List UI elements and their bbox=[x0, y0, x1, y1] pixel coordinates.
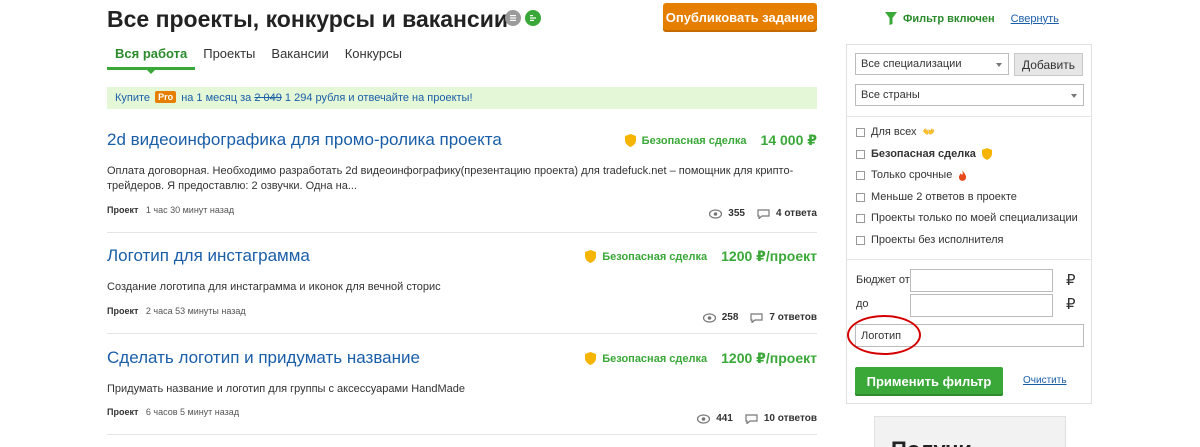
budget-to-label: до bbox=[856, 298, 869, 310]
views-count: 355 bbox=[728, 208, 745, 219]
budget-to-input[interactable] bbox=[910, 294, 1053, 317]
checkbox[interactable] bbox=[856, 192, 865, 202]
checkbox[interactable] bbox=[856, 235, 865, 245]
chevron-down-icon bbox=[1071, 94, 1077, 98]
project-description: Создание логотипа для инстаграмма и икон… bbox=[107, 281, 441, 293]
add-specialization-button[interactable]: Добавить bbox=[1014, 53, 1083, 76]
list-view-icon[interactable] bbox=[505, 10, 521, 26]
sidebar-promo-card[interactable]: Получи bbox=[874, 416, 1066, 447]
safe-deal-label: Безопасная сделка bbox=[641, 134, 747, 147]
divider bbox=[107, 333, 817, 334]
shield-icon bbox=[624, 134, 636, 147]
project-description: Оплата договорная. Необходимо разработат… bbox=[107, 165, 794, 192]
budget-from-label: Бюджет от bbox=[856, 274, 910, 286]
work-tabs: Вся работа Проекты Вакансии Конкурсы bbox=[107, 46, 410, 74]
project-time: 2 часа 53 минуты назад bbox=[145, 306, 246, 316]
divider bbox=[107, 434, 817, 435]
project-stats: 258 7 ответов bbox=[702, 312, 817, 323]
project-time: 1 час 30 минут назад bbox=[145, 205, 235, 215]
project-type: Проект bbox=[107, 306, 139, 316]
project-meta: Проект 6 часов 5 минут назад bbox=[107, 407, 239, 417]
checkbox[interactable] bbox=[856, 170, 865, 180]
project-card: 2d видеоинфографика для промо-ролика про… bbox=[107, 130, 817, 225]
chevron-down-icon bbox=[996, 63, 1002, 67]
project-price-block: Безопасная сделка 14 000 ₽ bbox=[624, 132, 817, 149]
project-time: 6 часов 5 минут назад bbox=[145, 407, 240, 417]
comment-icon bbox=[745, 413, 758, 424]
keyword-input[interactable] bbox=[855, 324, 1084, 347]
project-title-link[interactable]: Сделать логотип и придумать название bbox=[107, 348, 420, 367]
filter-for-all[interactable]: Для всех 👐 bbox=[856, 126, 935, 138]
project-meta: Проект 2 часа 53 минуты назад bbox=[107, 306, 246, 316]
clear-filter-link[interactable]: Очистить bbox=[1023, 375, 1067, 386]
project-type: Проект bbox=[107, 205, 139, 215]
old-price: 2 049 bbox=[254, 92, 282, 104]
project-card: Сделать логотип и придумать название Без… bbox=[107, 348, 817, 428]
filter-status: Фильтр включен bbox=[903, 12, 995, 25]
buy-pro-link[interactable]: Купите Pro на 1 месяц за 2 049 1 294 руб… bbox=[115, 91, 473, 104]
project-price-block: Безопасная сделка 1200 ₽/проект bbox=[585, 248, 817, 265]
tab-projects[interactable]: Проекты bbox=[195, 46, 263, 70]
views-count: 441 bbox=[716, 413, 733, 424]
project-title-link[interactable]: 2d видеоинфографика для промо-ролика про… bbox=[107, 130, 502, 149]
project-price: 1200 ₽/проект bbox=[721, 350, 817, 366]
project-price: 14 000 ₽ bbox=[760, 132, 817, 148]
ruble-sign: ₽ bbox=[1066, 296, 1076, 313]
eye-icon bbox=[702, 312, 716, 323]
project-type: Проект bbox=[107, 407, 139, 417]
project-description: Придумать название и логотип для группы … bbox=[107, 383, 466, 395]
apply-filter-button[interactable]: Применить фильтр bbox=[855, 367, 1003, 396]
eye-icon bbox=[697, 413, 711, 424]
promo-card-title: Получи bbox=[891, 437, 972, 447]
tab-all-work[interactable]: Вся работа bbox=[107, 46, 196, 74]
project-title-link[interactable]: Логотип для инстаграмма bbox=[107, 246, 310, 265]
answers-count: 4 ответа bbox=[775, 208, 817, 219]
shield-icon bbox=[585, 250, 597, 263]
tab-vacancies[interactable]: Вакансии bbox=[263, 46, 336, 70]
budget-from-input[interactable] bbox=[910, 269, 1053, 292]
tab-contests[interactable]: Конкурсы bbox=[337, 46, 410, 70]
answers-count: 7 ответов bbox=[769, 312, 817, 323]
ruble-sign: ₽ bbox=[1066, 272, 1076, 289]
project-meta: Проект 1 час 30 минут назад bbox=[107, 205, 234, 215]
page-title: Все проекты, конкурсы и вакансии bbox=[107, 6, 509, 32]
divider bbox=[107, 232, 817, 233]
pro-badge: Pro bbox=[155, 91, 177, 103]
collapse-filter-link[interactable]: Свернуть bbox=[1011, 13, 1059, 25]
views-count: 258 bbox=[721, 312, 739, 323]
safe-deal-label: Безопасная сделка bbox=[602, 352, 708, 365]
filter-few-answers[interactable]: Меньше 2 ответов в проекте bbox=[856, 191, 1017, 203]
answers-count: 10 ответов bbox=[763, 413, 817, 424]
filter-my-specialization[interactable]: Проекты только по моей специализации bbox=[856, 212, 1078, 224]
specialization-select[interactable]: Все специализации bbox=[855, 53, 1009, 75]
eye-icon bbox=[709, 208, 723, 219]
project-stats: 441 10 ответов bbox=[697, 413, 817, 424]
checkbox[interactable] bbox=[856, 127, 865, 137]
safe-deal-label: Безопасная сделка bbox=[602, 250, 708, 263]
divider bbox=[846, 259, 1092, 260]
country-select[interactable]: Все страны bbox=[855, 84, 1084, 106]
filter-urgent[interactable]: Только срочные bbox=[856, 169, 967, 181]
divider bbox=[846, 116, 1092, 117]
filter-safe-deal[interactable]: Безопасная сделка bbox=[856, 148, 992, 160]
comment-icon bbox=[757, 208, 770, 219]
filter-header: Фильтр включен Свернуть bbox=[885, 12, 1059, 25]
shield-icon bbox=[585, 352, 597, 365]
project-stats: 355 4 ответа bbox=[709, 208, 817, 219]
project-price-block: Безопасная сделка 1200 ₽/проект bbox=[585, 350, 817, 367]
checkbox[interactable] bbox=[856, 213, 865, 223]
shield-icon bbox=[981, 148, 992, 160]
comment-icon bbox=[750, 312, 764, 323]
title-icons bbox=[505, 10, 541, 26]
project-price: 1200 ₽/проект bbox=[721, 248, 817, 264]
fire-icon bbox=[959, 169, 967, 181]
project-card: Логотип для инстаграмма Безопасная сделк… bbox=[107, 246, 817, 326]
pro-promo-banner: Купите Pro на 1 месяц за 2 049 1 294 руб… bbox=[107, 87, 817, 109]
detailed-view-icon[interactable] bbox=[525, 10, 541, 26]
funnel-icon bbox=[885, 12, 897, 25]
checkbox[interactable] bbox=[856, 149, 865, 159]
hands-icon: 👐 bbox=[922, 126, 935, 138]
publish-task-button[interactable]: Опубликовать задание bbox=[663, 3, 817, 32]
filter-no-executor[interactable]: Проекты без исполнителя bbox=[856, 234, 1004, 246]
